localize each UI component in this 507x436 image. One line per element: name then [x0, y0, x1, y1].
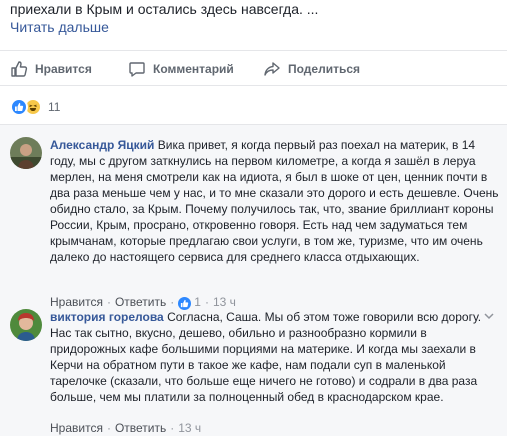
comment-label: Комментарий — [153, 61, 234, 76]
comment-reply-link[interactable]: Ответить — [115, 421, 166, 435]
comment-item: виктория горелова Согласна, Саша. Мы об … — [10, 309, 495, 436]
comment-like-link[interactable]: Нравится — [50, 295, 103, 309]
comment-item: Александр Яцкий Вика привет, я когда пер… — [10, 137, 499, 310]
reaction-count[interactable]: 11 — [48, 100, 60, 114]
speech-bubble-icon — [128, 60, 146, 78]
like-label: Нравится — [35, 61, 92, 76]
comment-author[interactable]: виктория горелова — [50, 310, 164, 324]
avatar[interactable] — [10, 309, 42, 341]
post-action-bar: Нравится Комментарий Поделиться — [0, 50, 507, 86]
comment-text: Вика привет, я когда первый раз поехал н… — [50, 138, 499, 264]
chevron-down-icon[interactable] — [483, 309, 495, 321]
comment-reply-link[interactable]: Ответить — [115, 295, 166, 309]
comment-author[interactable]: Александр Яцкий — [50, 138, 154, 152]
comment-meta: Нравится · Ответить · 13 ч — [50, 421, 202, 435]
read-more-link[interactable]: Читать дальше — [10, 18, 500, 36]
share-arrow-icon — [263, 60, 281, 78]
comment-button[interactable]: Комментарий — [128, 51, 234, 86]
comment-body: виктория горелова Согласна, Саша. Мы об … — [50, 309, 500, 405]
reactions-summary[interactable]: 11 — [10, 98, 60, 116]
post-text-tail: приехали в Крым и остались здесь навсегд… — [10, 0, 500, 36]
share-button[interactable]: Поделиться — [263, 51, 360, 86]
comment-meta: Нравится · Ответить · 1 · 13 ч — [50, 295, 236, 310]
avatar[interactable] — [10, 137, 42, 169]
comments-section: Александр Яцкий Вика привет, я когда пер… — [0, 124, 507, 436]
comment-text: Согласна, Саша. Мы об этом тоже говорили… — [50, 310, 482, 404]
thumbs-up-icon — [10, 60, 28, 78]
like-button[interactable]: Нравится — [10, 51, 92, 86]
post-snippet: приехали в Крым и остались здесь навсегд… — [10, 1, 319, 17]
comment-timestamp[interactable]: 13 ч — [178, 421, 201, 435]
like-reaction-icon — [10, 98, 28, 116]
comment-like-count[interactable]: 1 — [194, 295, 201, 309]
comment-timestamp[interactable]: 13 ч — [213, 295, 236, 309]
share-label: Поделиться — [288, 61, 361, 76]
comment-body: Александр Яцкий Вика привет, я когда пер… — [50, 137, 500, 265]
comment-like-link[interactable]: Нравится — [50, 421, 103, 435]
